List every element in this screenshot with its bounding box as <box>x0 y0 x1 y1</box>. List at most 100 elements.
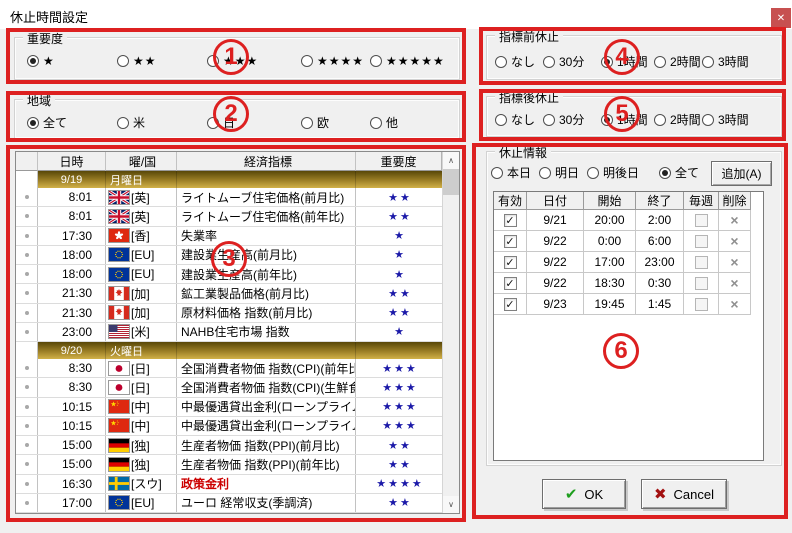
importance-option[interactable]: ★★★★★ <box>370 54 445 68</box>
delete-icon[interactable]: × <box>730 296 738 312</box>
add-button[interactable]: 追加(A) <box>711 161 772 186</box>
flag-jp-icon <box>109 362 129 375</box>
event-indicator: 生産者物価 指数(PPI)(前年比) <box>177 455 356 473</box>
calendar-event-row[interactable]: 23:00[米]NAHB住宅市場 指数★ <box>16 323 442 342</box>
event-stars: ★ <box>392 248 406 261</box>
pre-pause-option[interactable]: 3時間 <box>702 53 749 70</box>
importance-group: 重要度 ★★★★★★★★★★★★★★★ <box>14 37 460 80</box>
pre-pause-option[interactable]: 30分 <box>543 53 584 70</box>
calendar-event-row[interactable]: 15:00[独]生産者物価 指数(PPI)(前月比)★★ <box>16 436 442 455</box>
importance-option[interactable]: ★★★ <box>207 54 258 68</box>
region-option[interactable]: 日 <box>207 114 235 131</box>
pre-pause-option[interactable]: 2時間 <box>654 53 701 70</box>
post-pause-option[interactable]: 3時間 <box>702 111 749 128</box>
calendar-event-row[interactable]: 18:00[EU]建設業生産高(前月比)★ <box>16 246 442 265</box>
pause-filter-option[interactable]: 明後日 <box>587 164 639 181</box>
scroll-down-icon[interactable]: ∨ <box>443 496 459 513</box>
event-indicator: 中最優遇貸出金利(ローンプライムレ <box>177 417 356 435</box>
delete-icon[interactable]: × <box>730 233 738 249</box>
ok-button[interactable]: ✔ OK <box>542 479 626 509</box>
delete-icon[interactable]: × <box>730 212 738 228</box>
pause-filter-option-label: 本日 <box>507 164 531 181</box>
band-date: 9/20 <box>38 342 106 359</box>
pause-filter-option[interactable]: 明日 <box>539 164 579 181</box>
flag-us-icon <box>109 325 129 338</box>
calendar-event-row[interactable]: 8:01[英]ライトムーブ住宅価格(前月比)★★ <box>16 188 442 207</box>
event-country: [加] <box>131 285 150 302</box>
post-pause-option[interactable]: 1時間 <box>601 111 648 128</box>
event-stars: ★★ <box>386 496 412 509</box>
pause-filter-option[interactable]: 全て <box>659 164 699 181</box>
weekly-checkbox-unchecked-icon[interactable] <box>695 256 708 269</box>
event-stars: ★★ <box>386 287 412 300</box>
calendar-header-cell: 経済指標 <box>177 152 356 171</box>
pre-pause-option-label: 1時間 <box>617 53 648 70</box>
weekly-checkbox-unchecked-icon[interactable] <box>695 214 708 227</box>
calendar-event-row[interactable]: 21:30[加]鉱工業製品価格(前月比)★★ <box>16 284 442 303</box>
radio-unselected-icon <box>117 55 129 67</box>
flag-se-icon <box>109 477 129 490</box>
scrollbar-thumb[interactable] <box>443 169 459 195</box>
post-pause-option[interactable]: 2時間 <box>654 111 701 128</box>
weekly-checkbox-unchecked-icon[interactable] <box>695 298 708 311</box>
weekly-checkbox-unchecked-icon[interactable] <box>695 235 708 248</box>
region-option[interactable]: 全て <box>27 114 67 131</box>
pause-date: 9/22 <box>527 273 584 294</box>
enabled-checkbox-checked-icon[interactable]: ✓ <box>504 256 517 269</box>
delete-icon[interactable]: × <box>730 254 738 270</box>
event-time: 17:30 <box>38 227 106 245</box>
calendar-scrollbar[interactable]: ∧ ∨ <box>442 152 459 513</box>
event-stars: ★★ <box>386 458 412 471</box>
enabled-checkbox-checked-icon[interactable]: ✓ <box>504 277 517 290</box>
calendar-body: 9/19月曜日8:01[英]ライトムーブ住宅価格(前月比)★★8:01[英]ライ… <box>16 171 442 513</box>
row-marker-dot <box>25 405 29 409</box>
event-country: [英] <box>131 189 150 206</box>
calendar-event-row[interactable]: 21:30[加]原材料価格 指数(前月比)★★ <box>16 304 442 323</box>
event-stars: ★★★ <box>380 419 418 432</box>
region-group: 地域 全て米日欧他 <box>14 99 460 139</box>
region-option[interactable]: 他 <box>370 114 398 131</box>
calendar-event-row[interactable]: 8:30[日]全国消費者物価 指数(CPI)(生鮮食料★★★ <box>16 378 442 397</box>
calendar-event-row[interactable]: 16:30[スウ]政策金利★★★★ <box>16 475 442 494</box>
calendar-event-row[interactable]: 15:00[独]生産者物価 指数(PPI)(前年比)★★ <box>16 455 442 474</box>
pre-pause-option[interactable]: 1時間 <box>601 53 648 70</box>
band-day: 月曜日 <box>106 171 177 188</box>
event-stars: ★★ <box>386 439 412 452</box>
pre-pause-option[interactable]: なし <box>495 53 535 70</box>
enabled-checkbox-checked-icon[interactable]: ✓ <box>504 298 517 311</box>
importance-option[interactable]: ★★★★ <box>301 54 364 68</box>
cancel-button[interactable]: ✖ Cancel <box>641 479 727 509</box>
radio-unselected-icon <box>543 114 555 126</box>
importance-option[interactable]: ★★ <box>117 54 157 68</box>
enabled-checkbox-checked-icon[interactable]: ✓ <box>504 214 517 227</box>
flag-cn-icon <box>109 419 129 432</box>
row-marker-dot <box>25 424 29 428</box>
delete-icon[interactable]: × <box>730 275 738 291</box>
pause-start-time: 17:00 <box>584 252 636 273</box>
importance-option-label: ★★★★★ <box>386 54 445 68</box>
close-icon: ✕ <box>777 13 785 24</box>
check-icon: ✔ <box>565 485 578 503</box>
enabled-checkbox-checked-icon[interactable]: ✓ <box>504 235 517 248</box>
event-indicator: NAHB住宅市場 指数 <box>177 323 356 341</box>
post-pause-option[interactable]: 30分 <box>543 111 584 128</box>
scroll-up-icon[interactable]: ∧ <box>443 152 459 169</box>
calendar-event-row[interactable]: 18:00[EU]建設業生産高(前年比)★ <box>16 265 442 284</box>
calendar-event-row[interactable]: 17:00[EU]ユーロ 経常収支(季調済)★★ <box>16 494 442 513</box>
close-button[interactable]: ✕ <box>771 8 791 28</box>
weekly-checkbox-unchecked-icon[interactable] <box>695 277 708 290</box>
pre-pause-option-label: 2時間 <box>670 53 701 70</box>
calendar-event-row[interactable]: 8:30[日]全国消費者物価 指数(CPI)(前年比)★★★ <box>16 359 442 378</box>
region-option[interactable]: 米 <box>117 114 145 131</box>
calendar-event-row[interactable]: 10:15[中]中最優遇貸出金利(ローンプライムレ★★★ <box>16 417 442 436</box>
importance-option[interactable]: ★ <box>27 54 55 68</box>
pause-list-header-cell: 開始 <box>584 192 636 210</box>
calendar-event-row[interactable]: 8:01[英]ライトムーブ住宅価格(前年比)★★ <box>16 207 442 226</box>
pause-filter-option[interactable]: 本日 <box>491 164 531 181</box>
post-pause-option[interactable]: なし <box>495 111 535 128</box>
importance-group-label: 重要度 <box>23 30 67 47</box>
region-option[interactable]: 欧 <box>301 114 329 131</box>
calendar-event-row[interactable]: 10:15[中]中最優遇貸出金利(ローンプライムレ★★★ <box>16 398 442 417</box>
pause-end-time: 6:00 <box>636 231 684 252</box>
calendar-event-row[interactable]: 17:30[香]失業率★ <box>16 227 442 246</box>
